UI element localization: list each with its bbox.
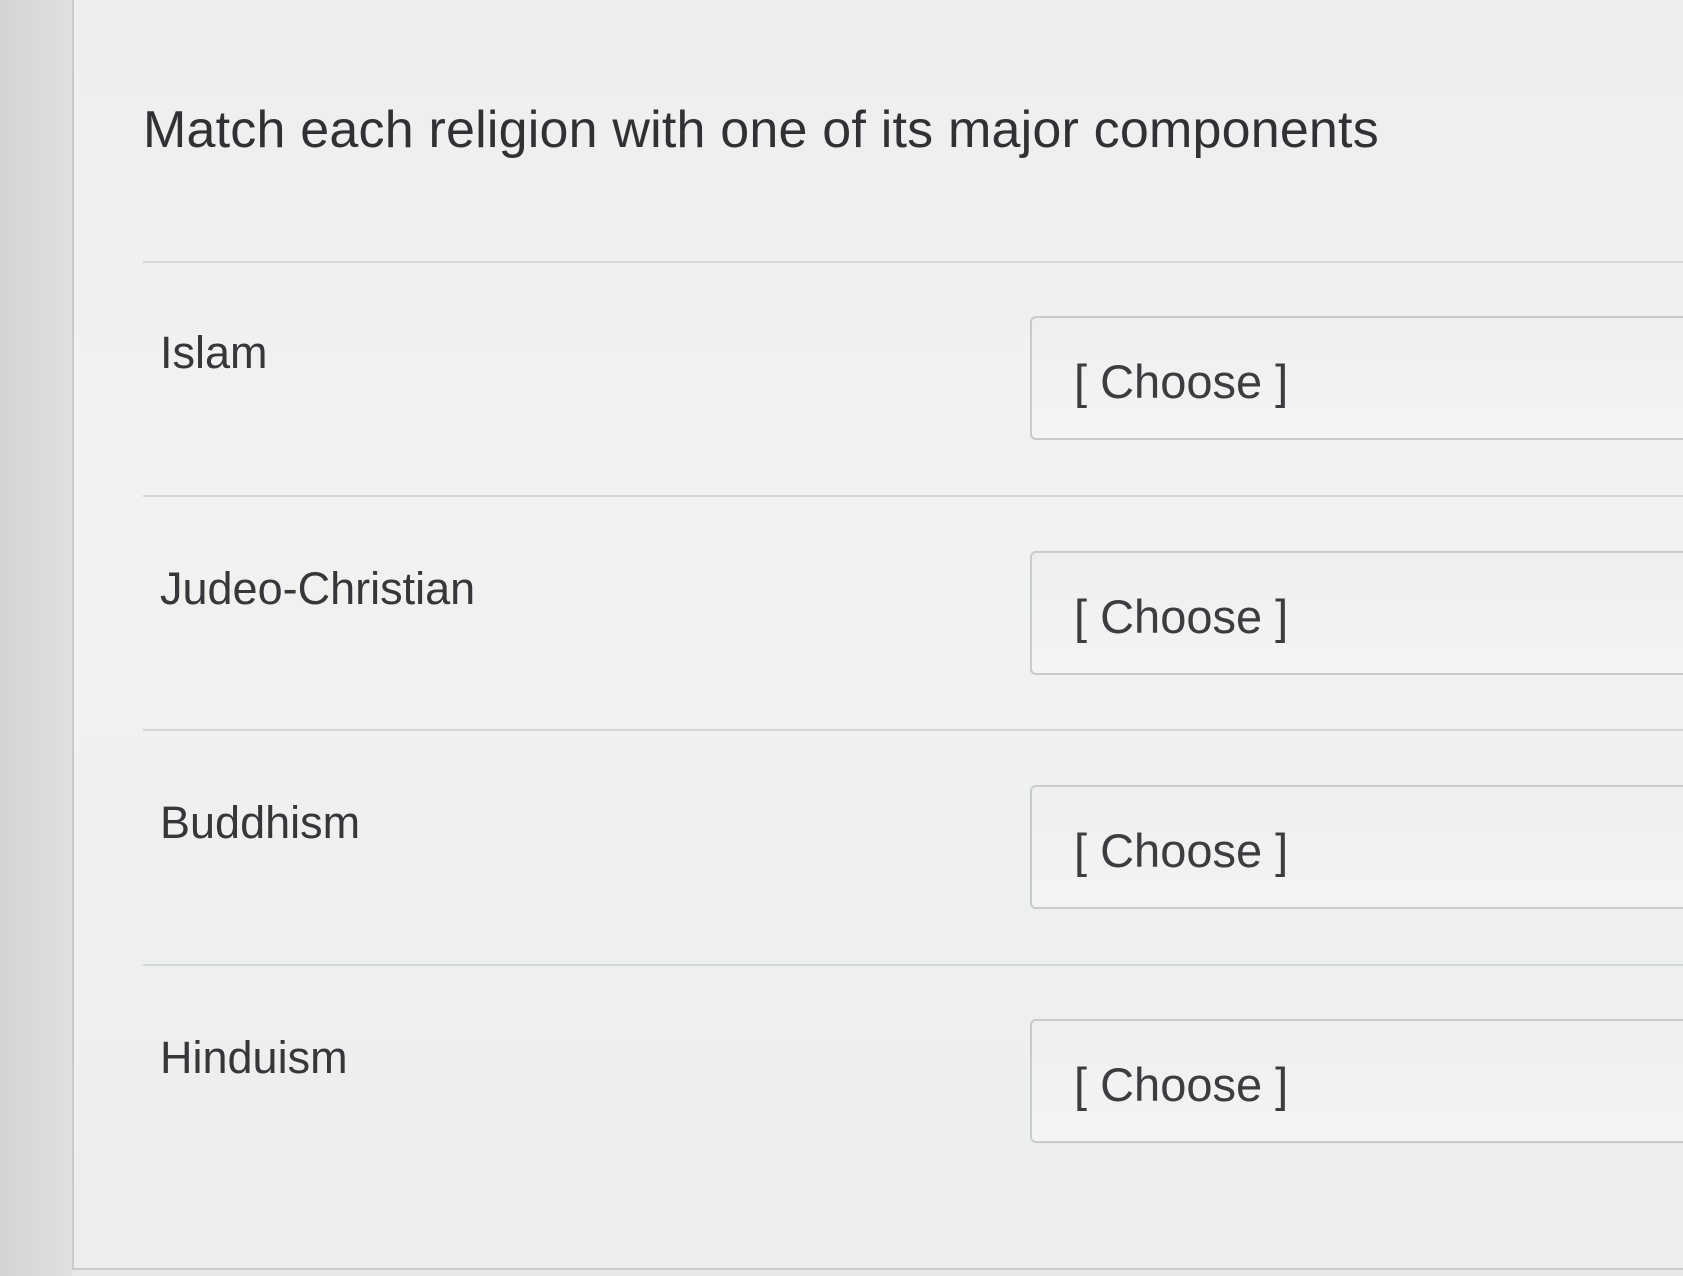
answer-select-islam[interactable]: [ Choose ] <box>1030 316 1683 440</box>
page-margin <box>0 0 72 1276</box>
match-label-hinduism: Hinduism <box>160 1032 348 1083</box>
match-label-buddhism: Buddhism <box>160 797 361 848</box>
select-value: [ Choose ] <box>1074 355 1289 408</box>
match-label-islam: Islam <box>160 327 268 378</box>
answer-select-buddhism[interactable]: [ Choose ] <box>1030 785 1683 909</box>
divider <box>143 261 1683 263</box>
match-label-judeo-christian: Judeo-Christian <box>160 563 476 614</box>
divider <box>143 729 1683 731</box>
select-value: [ Choose ] <box>1074 1058 1289 1111</box>
answer-select-hinduism[interactable]: [ Choose ] <box>1030 1019 1683 1143</box>
select-value: [ Choose ] <box>1074 824 1289 877</box>
select-value: [ Choose ] <box>1074 590 1289 643</box>
screen: Match each religion with one of its majo… <box>0 0 1683 1276</box>
divider <box>143 495 1683 497</box>
answer-select-judeo-christian[interactable]: [ Choose ] <box>1030 551 1683 675</box>
question-text: Match each religion with one of its majo… <box>143 101 1379 159</box>
divider <box>143 964 1683 966</box>
